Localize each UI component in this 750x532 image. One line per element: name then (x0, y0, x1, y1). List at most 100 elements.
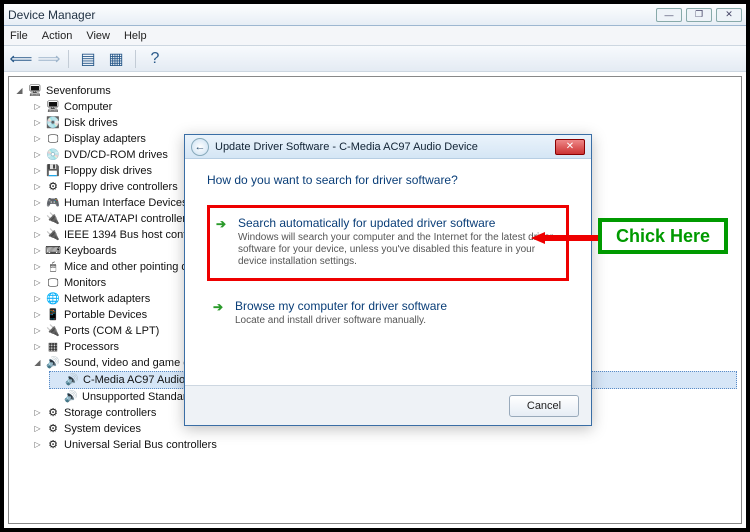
expand-icon[interactable]: ▷ (33, 231, 42, 240)
tree-item-label: Floppy drive controllers (64, 179, 178, 195)
tree-item-label: Monitors (64, 275, 106, 291)
device-icon: ▦ (46, 341, 60, 353)
tree-item-label: Ports (COM & LPT) (64, 323, 159, 339)
option1-desc: Windows will search your computer and th… (238, 232, 556, 268)
device-icon: 💿 (46, 149, 60, 161)
dialog-title: Update Driver Software - C-Media AC97 Au… (215, 141, 478, 153)
annotation-arrow (531, 232, 599, 244)
expand-icon[interactable]: ▷ (33, 425, 42, 434)
dialog-titlebar: ← Update Driver Software - C-Media AC97 … (185, 135, 591, 159)
sound-icon: 🔊 (64, 391, 78, 403)
tree-item-label: Universal Serial Bus controllers (64, 437, 217, 453)
expand-icon[interactable]: ▷ (33, 183, 42, 192)
menu-help[interactable]: Help (124, 30, 147, 42)
expand-icon[interactable]: ▷ (33, 409, 42, 418)
device-icon: ⚙ (46, 439, 60, 451)
toolbar-help-button[interactable]: ? (144, 49, 166, 69)
arrow-icon: ➔ (216, 217, 226, 231)
tree-item[interactable]: ▷ ⚙ Universal Serial Bus controllers (31, 437, 737, 453)
menu-bar: File Action View Help (4, 26, 746, 46)
collapse-icon[interactable]: ◢ (15, 87, 24, 96)
update-driver-dialog: ← Update Driver Software - C-Media AC97 … (184, 134, 592, 426)
tree-root[interactable]: ◢ 🖥 Sevenforums (13, 83, 737, 99)
device-icon: 📱 (46, 309, 60, 321)
tree-item-label: IDE ATA/ATAPI controllers (64, 211, 192, 227)
tree-item-label: DVD/CD-ROM drives (64, 147, 168, 163)
dialog-heading: How do you want to search for driver sof… (207, 173, 569, 187)
tree-item-label: System devices (64, 421, 141, 437)
device-icon: ⚙ (46, 407, 60, 419)
expand-icon[interactable]: ▷ (33, 295, 42, 304)
option-browse-computer[interactable]: ➔ Browse my computer for driver software… (207, 291, 569, 337)
toolbar-forward-button[interactable]: ⟹ (38, 49, 60, 69)
tree-item-label: Floppy disk drives (64, 163, 152, 179)
tree-item-label: Network adapters (64, 291, 150, 307)
toolbar-scan-button[interactable]: ▦ (105, 49, 127, 69)
expand-icon[interactable]: ▷ (33, 151, 42, 160)
dialog-footer: Cancel (185, 385, 591, 425)
device-icon: 🖵 (46, 277, 60, 289)
device-icon: 💾 (46, 165, 60, 177)
tree-item-label: Portable Devices (64, 307, 147, 323)
window-maximize-button[interactable]: ❐ (686, 8, 712, 22)
tree-item-label: Keyboards (64, 243, 117, 259)
tree-item-label: Display adapters (64, 131, 146, 147)
tree-item-label: Storage controllers (64, 405, 156, 421)
menu-view[interactable]: View (86, 30, 110, 42)
window-titlebar: Device Manager — ❐ ✕ (4, 4, 746, 26)
menu-file[interactable]: File (10, 30, 28, 42)
device-icon: 🖱 (46, 261, 60, 273)
expand-icon[interactable]: ▷ (33, 343, 42, 352)
toolbar: ⟸ ⟹ ▤ ▦ ? (4, 46, 746, 72)
device-icon: 🖵 (46, 133, 60, 145)
device-icon: ⚙ (46, 423, 60, 435)
device-icon: ⌨ (46, 245, 60, 257)
annotation-box: Chick Here (598, 218, 728, 254)
device-icon: 🔌 (46, 325, 60, 337)
toolbar-properties-button[interactable]: ▤ (77, 49, 99, 69)
device-icon: 🌐 (46, 293, 60, 305)
tree-item-label: Human Interface Devices (64, 195, 188, 211)
expand-icon[interactable]: ▷ (33, 247, 42, 256)
tree-item[interactable]: ▷ 💽 Disk drives (31, 115, 737, 131)
expand-icon[interactable]: ▷ (33, 103, 42, 112)
expand-icon[interactable]: ▷ (33, 263, 42, 272)
expand-icon[interactable]: ▷ (33, 199, 42, 208)
dialog-close-button[interactable]: ✕ (555, 139, 585, 155)
expand-icon[interactable]: ▷ (33, 119, 42, 128)
device-icon: 🔌 (46, 229, 60, 241)
tree-item[interactable]: ▷ 🖥 Computer (31, 99, 737, 115)
expand-icon[interactable]: ▷ (33, 441, 42, 450)
device-icon: ⚙ (46, 181, 60, 193)
device-icon: 💽 (46, 117, 60, 129)
window-minimize-button[interactable]: — (656, 8, 682, 22)
arrow-icon: ➔ (213, 300, 223, 314)
expand-icon[interactable]: ▷ (33, 167, 42, 176)
dialog-back-button[interactable]: ← (191, 138, 209, 156)
tree-item-label: Disk drives (64, 115, 118, 131)
annotation-label: Chick Here (616, 226, 710, 247)
menu-action[interactable]: Action (42, 30, 73, 42)
expand-icon[interactable]: ▷ (33, 215, 42, 224)
expand-icon[interactable]: ▷ (33, 327, 42, 336)
window-close-button[interactable]: ✕ (716, 8, 742, 22)
option2-title: Browse my computer for driver software (235, 299, 559, 313)
option2-desc: Locate and install driver software manua… (235, 315, 559, 327)
device-icon: 🔌 (46, 213, 60, 225)
tree-item-label: Processors (64, 339, 119, 355)
option-search-automatically[interactable]: ➔ Search automatically for updated drive… (207, 205, 569, 281)
collapse-icon[interactable]: ◢ (33, 359, 42, 368)
window-title: Device Manager (8, 8, 95, 22)
sound-icon: 🔊 (46, 357, 60, 369)
cancel-button[interactable]: Cancel (509, 395, 579, 417)
sound-icon: 🔊 (65, 374, 79, 386)
tree-root-label: Sevenforums (46, 83, 111, 99)
expand-icon[interactable]: ▷ (33, 135, 42, 144)
toolbar-back-button[interactable]: ⟸ (10, 49, 32, 69)
tree-item-label: Computer (64, 99, 112, 115)
device-icon: 🖥 (46, 101, 60, 113)
option1-title: Search automatically for updated driver … (238, 216, 556, 230)
expand-icon[interactable]: ▷ (33, 311, 42, 320)
computer-icon: 🖥 (28, 85, 42, 97)
expand-icon[interactable]: ▷ (33, 279, 42, 288)
